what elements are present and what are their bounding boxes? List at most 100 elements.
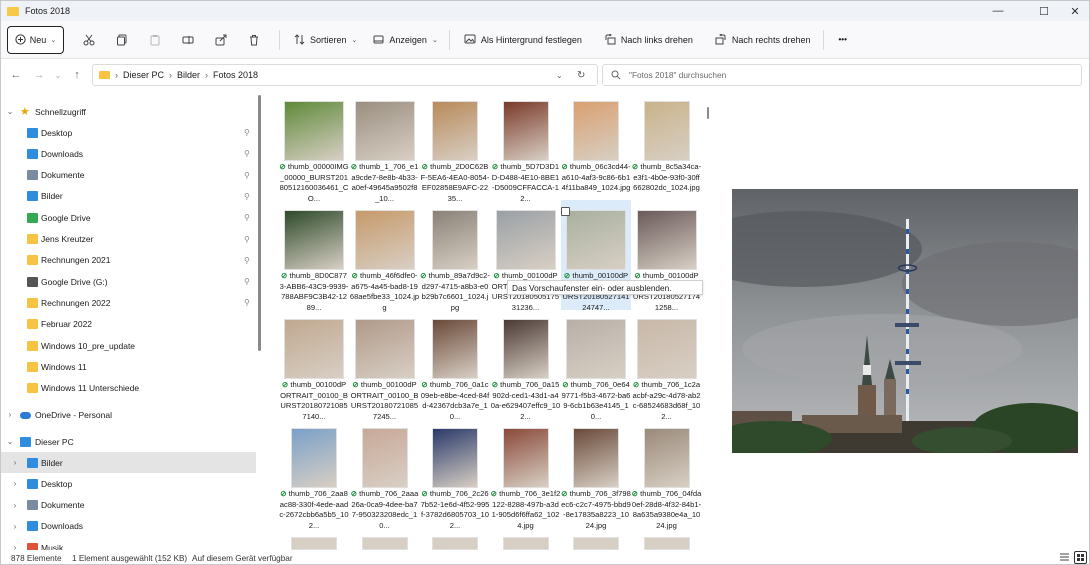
refresh-icon[interactable]: ↻ xyxy=(577,70,585,81)
sidebar-item[interactable]: › Bilder xyxy=(1,452,256,473)
sidebar-item[interactable]: Februar 2022 xyxy=(1,314,256,335)
file-tile[interactable]: ⊘ thumb_5D7D3D1D-D488-4E10-8BE1-D5009CFF… xyxy=(491,91,561,203)
file-tile[interactable]: ⊘ thumb_706_2aaa26a-0ca9-4dee-ba77-95032… xyxy=(350,418,420,530)
set-background-button[interactable]: Als Hintergrund festlegen xyxy=(459,28,587,52)
chevron-right-icon[interactable]: › xyxy=(10,458,20,467)
file-tile[interactable]: ⊘ thumb_706_3e1f2122-8288-497b-a3d1-905d… xyxy=(490,418,561,530)
pin-icon[interactable]: ⚲ xyxy=(244,128,250,137)
file-tile[interactable]: ⊘ thumb_1_706_e1a9cde7-8e8b-4b33-a0ef-49… xyxy=(350,91,420,203)
file-tile[interactable]: ⊘ thumb_706_04fda0ef-28d8-4f32-84b1-8a63… xyxy=(631,418,702,530)
selection-checkbox[interactable] xyxy=(561,207,570,216)
file-tile[interactable]: ⊘ thumb_706_2aa8ac88-330f-4ede-aadc-2672… xyxy=(279,418,349,530)
file-tile[interactable]: ⊘ thumb_8c5a34ca-e3f1-4b0e-93f0-30ff6628… xyxy=(632,91,702,201)
chevron-right-icon[interactable]: › xyxy=(10,501,20,510)
file-tile[interactable]: ⊘ thumb_706_0e649771-f5b3-4672-ba69-6cb1… xyxy=(561,309,631,421)
sidebar-scrollbar[interactable] xyxy=(258,95,261,351)
search-input[interactable]: "Fotos 2018" durchsuchen xyxy=(629,70,726,80)
tiles-view-icon[interactable] xyxy=(1074,551,1087,564)
pin-icon[interactable]: ⚲ xyxy=(244,256,250,265)
pin-icon[interactable]: ⚲ xyxy=(244,298,250,307)
breadcrumb-fotos-2018[interactable]: Fotos 2018 xyxy=(213,70,258,80)
folder-icon xyxy=(27,361,38,372)
onedrive-item[interactable]: › OneDrive - Personal xyxy=(1,404,256,425)
file-tile[interactable]: ⊘ thumb_00000IMG_00000_BURST201805121600… xyxy=(279,91,349,203)
rename-icon[interactable] xyxy=(177,29,199,51)
sidebar-item[interactable]: Google Drive ⚲ xyxy=(1,207,256,228)
sidebar-item[interactable]: Rechnungen 2022 ⚲ xyxy=(1,292,256,313)
sidebar-item[interactable]: › Downloads xyxy=(1,516,256,537)
file-tile[interactable]: ⊘ thumb_706_2c267b52-1e6d-4f52-995f-3782… xyxy=(420,418,490,530)
sidebar-item[interactable]: › Desktop xyxy=(1,473,256,494)
address-bar-row: ← → ⌄ ↑ › Dieser PC › Bilder › Fotos 201… xyxy=(1,59,1089,91)
sync-status-icon: ⊘ xyxy=(490,489,500,498)
sort-icon xyxy=(294,34,305,45)
file-tile[interactable]: ⊘ thumb_89a7d9c2-d297-4715-a8b3-e0b29b7c… xyxy=(420,200,490,312)
recent-chevron-icon[interactable]: ⌄ xyxy=(49,66,67,84)
sort-button[interactable]: Sortieren ⌄ xyxy=(289,28,362,52)
file-tile[interactable]: ⊘ thumb_706_0a15902d-ced1-43d1-a40a-e629… xyxy=(491,309,561,421)
forward-arrow-icon[interactable]: → xyxy=(30,66,48,84)
pin-icon[interactable]: ⚲ xyxy=(244,149,250,158)
details-view-icon[interactable] xyxy=(1059,552,1070,564)
up-arrow-icon[interactable]: ↑ xyxy=(68,66,86,84)
copy-icon[interactable] xyxy=(111,29,133,51)
search-box[interactable]: "Fotos 2018" durchsuchen xyxy=(602,64,1082,86)
sidebar-item[interactable]: Google Drive (G:) ⚲ xyxy=(1,271,256,292)
sidebar-item[interactable]: Desktop ⚲ xyxy=(1,122,256,143)
chevron-right-icon[interactable]: › xyxy=(10,479,20,488)
file-tile[interactable]: ⊘ thumb_06c3cd44-a610-4af3-9c86-6b14f11b… xyxy=(561,91,631,201)
file-tile[interactable]: ⊘ thumb_8D0C8773-ABB6-43C9-9939-788ABF9C… xyxy=(279,200,349,312)
sidebar-item[interactable]: Windows 11 Unterschiede xyxy=(1,378,256,399)
sidebar-item[interactable]: Bilder ⚲ xyxy=(1,186,256,207)
delete-icon[interactable] xyxy=(243,29,265,51)
sidebar-item[interactable]: Windows 10_pre_update xyxy=(1,335,256,356)
view-button[interactable]: Anzeigen ⌄ xyxy=(368,28,442,52)
file-tile[interactable]: ⊘ thumb_2D0C62BF-5EA6-4EA0-8054-EF02858E… xyxy=(420,91,490,203)
rotate-left-button[interactable]: Nach links drehen xyxy=(599,28,698,52)
new-button[interactable]: Neu ⌄ xyxy=(7,25,64,54)
chevron-right-icon[interactable]: › xyxy=(10,543,20,550)
sidebar-item[interactable]: › Musik xyxy=(1,537,256,550)
sync-status-icon: ⊘ xyxy=(631,489,641,498)
maximize-button[interactable]: ☐ xyxy=(1027,1,1061,21)
close-button[interactable]: ✕ xyxy=(1058,1,1089,21)
file-tile[interactable]: ⊘ thumb_00100dPORTRAIT_00100_BURST201807… xyxy=(279,309,349,421)
address-box[interactable]: › Dieser PC › Bilder › Fotos 2018 ⌄ ↻ xyxy=(92,64,598,86)
file-tile[interactable]: ⊘ thumb_706_0a1c09eb-e8be-4ced-84fd-4236… xyxy=(420,309,490,421)
thumbnail-image xyxy=(636,210,697,270)
sidebar-item[interactable]: Rechnungen 2021 ⚲ xyxy=(1,250,256,271)
file-tile[interactable]: ⊘ thumb_00100dPORTRAIT_00100_BURST201807… xyxy=(350,309,420,421)
file-tile[interactable]: ⊘ thumb_706_3f798ec6-c2c7-4975-bbd9-8e17… xyxy=(561,418,631,530)
rotate-right-button[interactable]: Nach rechts drehen xyxy=(710,28,816,52)
quick-access-item[interactable]: ⌄ ★ Schnellzugriff xyxy=(1,101,256,122)
chevron-right-icon[interactable]: › xyxy=(5,410,15,419)
paste-icon[interactable] xyxy=(144,29,166,51)
pin-icon[interactable]: ⚲ xyxy=(244,277,250,286)
chevron-down-icon[interactable]: ⌄ xyxy=(5,437,15,446)
minimize-button[interactable]: — xyxy=(981,1,1015,21)
share-icon[interactable] xyxy=(210,29,232,51)
back-arrow-icon[interactable]: ← xyxy=(7,66,25,84)
chevron-right-icon[interactable]: › xyxy=(10,522,20,531)
pin-icon[interactable]: ⚲ xyxy=(244,171,250,180)
pin-icon[interactable]: ⚲ xyxy=(244,235,250,244)
sidebar-item[interactable]: › Dokumente xyxy=(1,495,256,516)
file-list-scrollbar[interactable] xyxy=(707,107,709,119)
breadcrumb-this-pc[interactable]: Dieser PC xyxy=(123,70,164,80)
cut-icon[interactable] xyxy=(78,29,100,51)
pin-icon[interactable]: ⚲ xyxy=(244,213,250,222)
file-tile[interactable]: ⊘ thumb_46f6dfe0-a675-4a45-bad8-1968ae5f… xyxy=(350,200,420,312)
thumbnail-image xyxy=(643,537,690,550)
availability-status: Auf diesem Gerät verfügbar xyxy=(192,553,293,563)
chevron-down-icon[interactable]: ⌄ xyxy=(5,107,15,116)
pin-icon[interactable]: ⚲ xyxy=(244,192,250,201)
sidebar-item[interactable]: Dokumente ⚲ xyxy=(1,165,256,186)
address-dropdown-icon[interactable]: ⌄ xyxy=(556,71,563,80)
breadcrumb-pictures[interactable]: Bilder xyxy=(177,70,200,80)
sidebar-item[interactable]: Downloads ⚲ xyxy=(1,143,256,164)
this-pc-item[interactable]: ⌄ Dieser PC xyxy=(1,431,256,452)
more-options-button[interactable]: ••• xyxy=(833,28,851,52)
file-tile[interactable]: ⊘ thumb_706_1c2aacbf-a29c-4d78-ab2c-6852… xyxy=(632,309,702,421)
sidebar-item[interactable]: Jens Kreutzer ⚲ xyxy=(1,229,256,250)
sidebar-item[interactable]: Windows 11 xyxy=(1,356,256,377)
